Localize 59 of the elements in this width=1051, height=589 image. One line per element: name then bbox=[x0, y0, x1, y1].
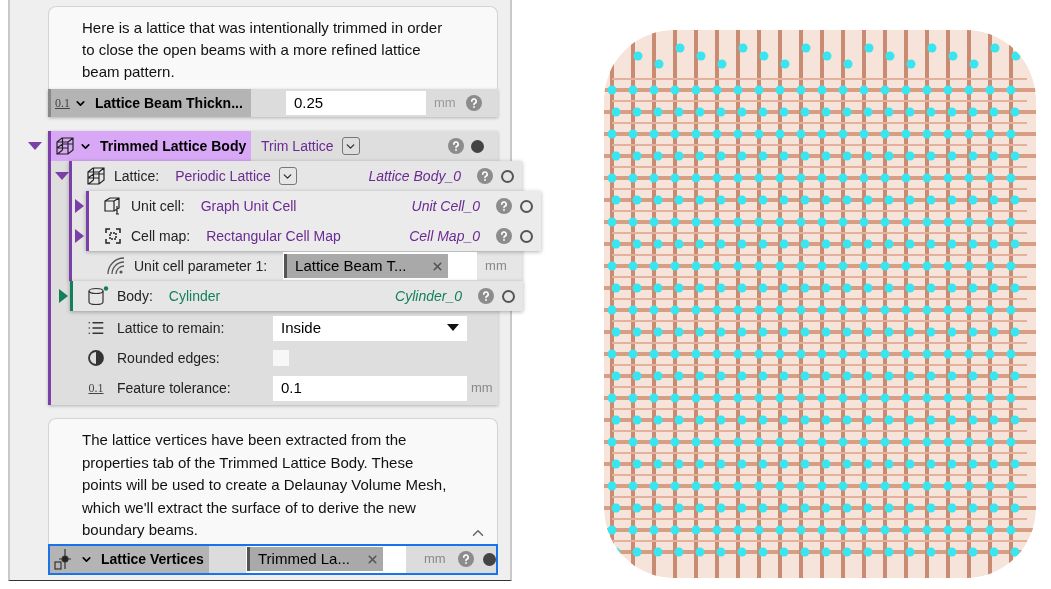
node-type-link[interactable]: Periodic Lattice bbox=[175, 165, 271, 187]
linked-parameter-chip[interactable]: Lattice Beam T... bbox=[284, 254, 449, 278]
node-reference: Lattice Body_0 bbox=[368, 166, 461, 186]
node-type-link[interactable]: Graph Unit Cell bbox=[200, 195, 297, 217]
unit-cell-icon bbox=[103, 196, 123, 216]
input-label: Lattice: bbox=[114, 166, 160, 186]
help-icon[interactable] bbox=[478, 288, 494, 304]
node-reference: Cell Map_0 bbox=[409, 226, 480, 246]
note-text: The lattice vertices have been extracted from the properties tab of the Trimmed Lattice Body. These points will be used to create a Delaunay Volume Mesh, which we'll extract the surface of to derive the new boundary beams. bbox=[82, 430, 447, 540]
unit-label: mm bbox=[424, 550, 446, 569]
node-name: Lattice Vertices bbox=[101, 549, 204, 569]
value-field[interactable]: 0.1 bbox=[273, 375, 467, 401]
signal-arcs-icon bbox=[106, 256, 126, 276]
node-reference: Cylinder_0 bbox=[395, 286, 462, 306]
lattice-cube-icon bbox=[55, 136, 75, 156]
property-label: Lattice to remain: bbox=[117, 318, 226, 338]
expand-arrow-icon[interactable] bbox=[72, 199, 86, 213]
cylinder-icon bbox=[87, 286, 109, 306]
property-label: Rounded edges: bbox=[117, 348, 221, 368]
node-type-link[interactable]: Trim Lattice bbox=[261, 135, 334, 157]
close-icon[interactable] bbox=[366, 552, 379, 566]
help-icon[interactable] bbox=[496, 228, 512, 244]
expand-arrow-icon[interactable] bbox=[72, 229, 86, 243]
unit-label: mm bbox=[434, 94, 456, 113]
parameter-field[interactable]: Lattice Beam T... bbox=[283, 252, 478, 280]
linked-parameter-chip[interactable]: Trimmed La... bbox=[247, 547, 383, 571]
help-icon[interactable] bbox=[457, 551, 474, 567]
cell-map-icon bbox=[103, 226, 123, 246]
lattice-cube-icon bbox=[86, 166, 106, 186]
decimal-number-icon: 0.1 bbox=[55, 97, 70, 109]
list-icon bbox=[87, 319, 105, 337]
expand-arrow-icon[interactable] bbox=[56, 289, 70, 303]
parameter-field[interactable]: Trimmed La... bbox=[246, 545, 406, 573]
contrast-icon bbox=[87, 349, 105, 367]
checkbox[interactable] bbox=[273, 350, 289, 366]
node-reference: Unit Cell_0 bbox=[411, 196, 480, 216]
parameter-name: Lattice Beam Thickn... bbox=[95, 93, 243, 113]
dropdown-arrow-icon bbox=[447, 324, 459, 332]
note-text: Here is a lattice that was intentionally trimmed in order to close the open beams with a more refined lattice beam pattern. bbox=[82, 18, 444, 82]
node-row[interactable]: Lattice Vertices Trimmed La... mm bbox=[48, 543, 498, 575]
node-type-link[interactable]: Rectangular Cell Map bbox=[206, 225, 341, 247]
help-icon[interactable] bbox=[477, 168, 493, 184]
node-header[interactable]: Trimmed Lattice Body bbox=[51, 131, 251, 161]
dropdown-field[interactable]: Inside bbox=[273, 315, 467, 341]
unit-label: mm bbox=[485, 257, 507, 276]
property-label: Feature tolerance: bbox=[117, 378, 232, 398]
value-field[interactable]: 0.25 bbox=[286, 91, 426, 115]
node-type-link[interactable]: Cylinder bbox=[168, 285, 221, 307]
input-label: Body: bbox=[117, 286, 153, 306]
input-label: Unit cell: bbox=[131, 196, 185, 216]
input-label: Unit cell parameter 1: bbox=[134, 256, 268, 276]
help-icon[interactable] bbox=[465, 95, 482, 111]
decimal-number-icon: 0.1 bbox=[88, 382, 104, 394]
dropdown-toggle[interactable] bbox=[341, 137, 360, 155]
input-label: Cell map: bbox=[131, 226, 191, 246]
dropdown-toggle[interactable] bbox=[278, 167, 297, 185]
help-icon[interactable] bbox=[448, 138, 464, 154]
unit-label: mm bbox=[471, 379, 493, 398]
help-icon[interactable] bbox=[496, 198, 512, 214]
